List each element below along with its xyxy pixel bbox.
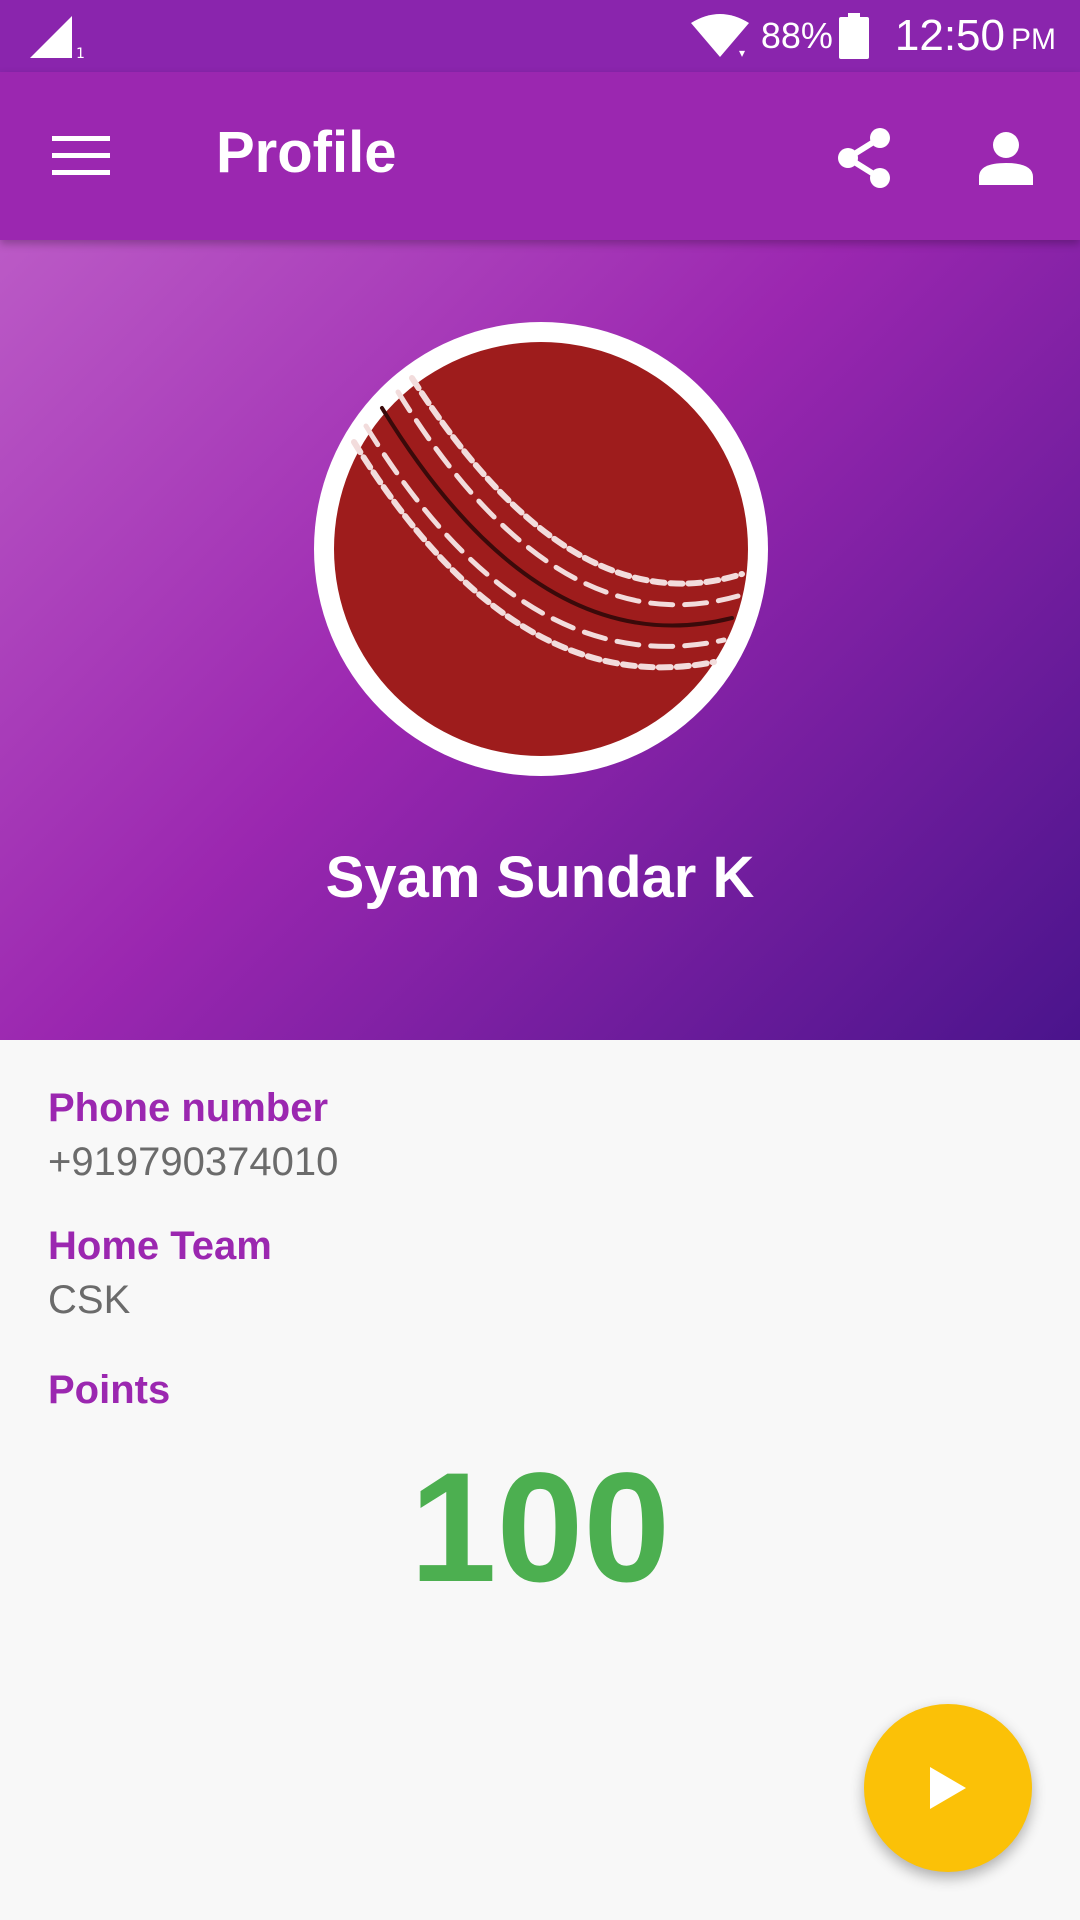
- play-button[interactable]: [864, 1704, 1032, 1872]
- share-button[interactable]: [822, 116, 906, 200]
- svg-text:1: 1: [76, 46, 85, 60]
- battery-icon: [838, 13, 869, 59]
- play-icon: [930, 1767, 966, 1809]
- home-team-value: CSK: [48, 1278, 131, 1322]
- account-icon: [979, 132, 1033, 185]
- status-time: 12:50: [894, 11, 1005, 60]
- points-value: 100: [409, 1441, 671, 1615]
- app-bar: Profile: [0, 72, 1080, 240]
- user-name: Syam Sundar K: [325, 845, 755, 910]
- page-title: Profile: [216, 120, 397, 185]
- svg-text:▾: ▾: [739, 46, 745, 59]
- status-bar: 1 ▾ 88% 12:50 PM: [0, 0, 1080, 72]
- share-icon: [838, 128, 890, 188]
- status-right: ▾ 88% 12:50 PM: [689, 0, 1056, 72]
- battery-percent: 88%: [760, 15, 833, 56]
- cricket-ball-icon: [314, 322, 768, 776]
- points-label: Points: [48, 1368, 171, 1412]
- phone-label: Phone number: [48, 1086, 329, 1130]
- wifi-icon: ▾: [690, 14, 749, 59]
- status-ampm: PM: [1011, 23, 1056, 56]
- account-button[interactable]: [964, 116, 1048, 200]
- signal-icon: 1: [30, 16, 85, 60]
- phone-value: +919790374010: [48, 1140, 339, 1184]
- menu-button[interactable]: [42, 116, 122, 196]
- menu-icon: [52, 136, 110, 175]
- home-team-label: Home Team: [48, 1224, 272, 1268]
- profile-header: Syam Sundar K: [0, 240, 1080, 1040]
